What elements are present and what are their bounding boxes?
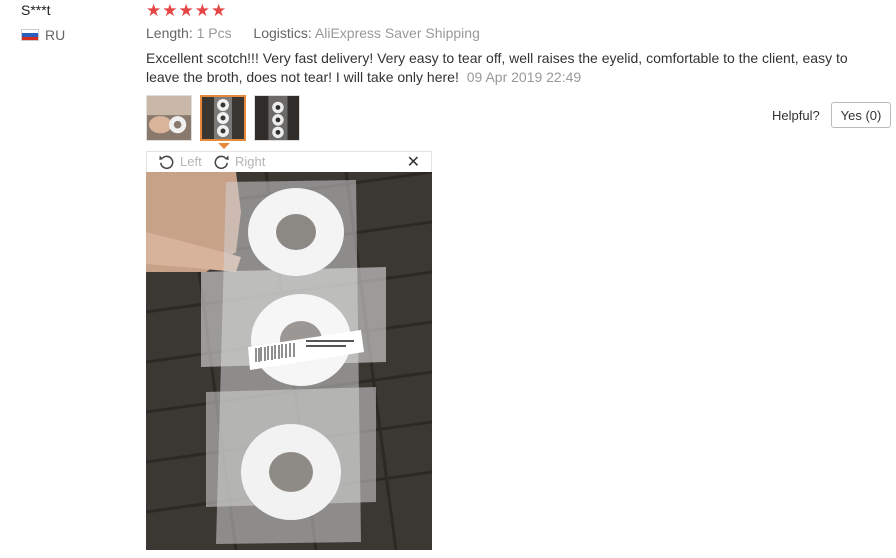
length-value: 1 Pcs bbox=[196, 25, 232, 41]
review-body: Excellent scotch!!! Very fast delivery! … bbox=[146, 49, 876, 87]
review-thumbnails bbox=[146, 95, 308, 141]
rotate-right-label: Right bbox=[235, 154, 266, 169]
rotate-left-button[interactable]: Left bbox=[158, 153, 202, 170]
review-thumbnail-2[interactable] bbox=[200, 95, 246, 141]
russia-flag-icon bbox=[21, 29, 39, 41]
review-thumbnail-3[interactable] bbox=[254, 95, 300, 141]
country-code: RU bbox=[45, 27, 66, 43]
review-meta: Length: 1 Pcs Logistics: AliExpress Save… bbox=[146, 25, 480, 41]
length-label: Length: bbox=[146, 25, 193, 41]
user-name: S***t bbox=[21, 2, 51, 18]
review-date: 09 Apr 2019 22:49 bbox=[466, 69, 582, 85]
logistics-label: Logistics: bbox=[253, 25, 312, 41]
rotate-right-button[interactable]: Right bbox=[213, 153, 265, 170]
country: RU bbox=[21, 27, 65, 43]
star-rating: ★★★★★ bbox=[146, 1, 228, 20]
rotate-left-label: Left bbox=[180, 154, 202, 169]
rotate-right-icon bbox=[214, 155, 229, 170]
close-icon[interactable]: ✕ bbox=[407, 152, 420, 172]
active-thumbnail-caret bbox=[218, 143, 230, 149]
image-viewer: Left Right ✕ bbox=[146, 151, 432, 550]
helpful-yes-button[interactable]: Yes (0) bbox=[831, 102, 891, 128]
helpful-label: Helpful? bbox=[772, 108, 820, 123]
rotate-left-icon bbox=[159, 155, 174, 170]
image-viewer-toolbar: Left Right ✕ bbox=[146, 151, 432, 172]
logistics-value: AliExpress Saver Shipping bbox=[314, 25, 480, 41]
review-photo bbox=[146, 172, 432, 550]
review-thumbnail-1[interactable] bbox=[146, 95, 192, 141]
